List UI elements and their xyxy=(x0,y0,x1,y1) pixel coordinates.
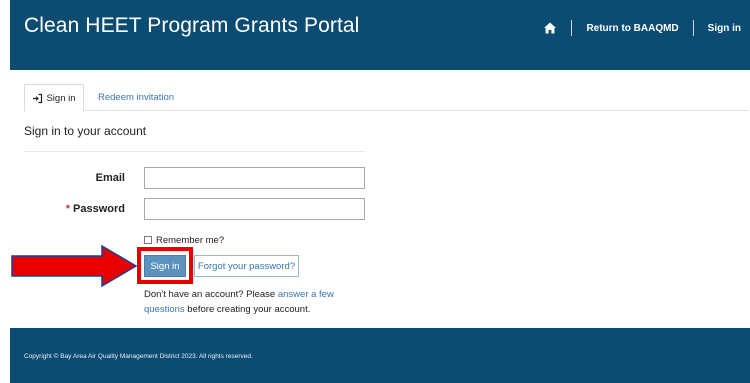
password-field[interactable] xyxy=(144,198,365,220)
required-marker: * xyxy=(65,203,71,215)
remember-me-label: Remember me? xyxy=(156,234,225,246)
site-header: Clean HEET Program Grants Portal Return … xyxy=(10,0,750,70)
remember-me-option[interactable]: Remember me? xyxy=(144,234,224,246)
sign-in-icon xyxy=(32,93,43,104)
site-footer: Copyright © Bay Area Air Quality Managem… xyxy=(10,328,750,383)
tab-redeem-invitation[interactable]: Redeem invitation xyxy=(98,84,174,111)
password-label: * Password xyxy=(66,203,125,215)
top-nav: Return to BAAQMD Sign in xyxy=(543,18,750,38)
copyright-text: Copyright © Bay Area Air Quality Managem… xyxy=(24,353,253,360)
form-divider xyxy=(24,151,365,152)
signup-suffix: before creating your account. xyxy=(184,304,311,315)
email-field[interactable] xyxy=(144,167,365,189)
nav-sign-in-link[interactable]: Sign in xyxy=(708,23,741,34)
annotation-highlight-box xyxy=(137,247,193,284)
page-left-margin xyxy=(0,0,10,383)
home-icon[interactable] xyxy=(543,21,557,35)
nav-separator xyxy=(571,20,573,36)
nav-separator xyxy=(692,20,694,36)
tab-sign-in[interactable]: Sign in xyxy=(24,84,84,112)
signup-prefix: Don't have an account? Please xyxy=(144,289,278,300)
auth-tabs: Sign in Redeem invitation xyxy=(24,84,749,112)
annotation-arrow-icon xyxy=(11,244,138,288)
email-label: Email xyxy=(95,172,125,184)
form-heading: Sign in to your account xyxy=(24,124,147,138)
return-to-baaqmd-link[interactable]: Return to BAAQMD xyxy=(586,23,678,34)
remember-me-checkbox[interactable] xyxy=(144,236,152,244)
password-label-text: Password xyxy=(73,203,125,215)
signup-prompt: Don't have an account? Please answer a f… xyxy=(144,287,364,317)
site-title: Clean HEET Program Grants Portal xyxy=(24,14,360,37)
tab-sign-in-label: Sign in xyxy=(46,92,76,104)
forgot-password-button[interactable]: Forgot your password? xyxy=(194,255,299,277)
tab-redeem-invitation-label: Redeem invitation xyxy=(98,92,175,103)
